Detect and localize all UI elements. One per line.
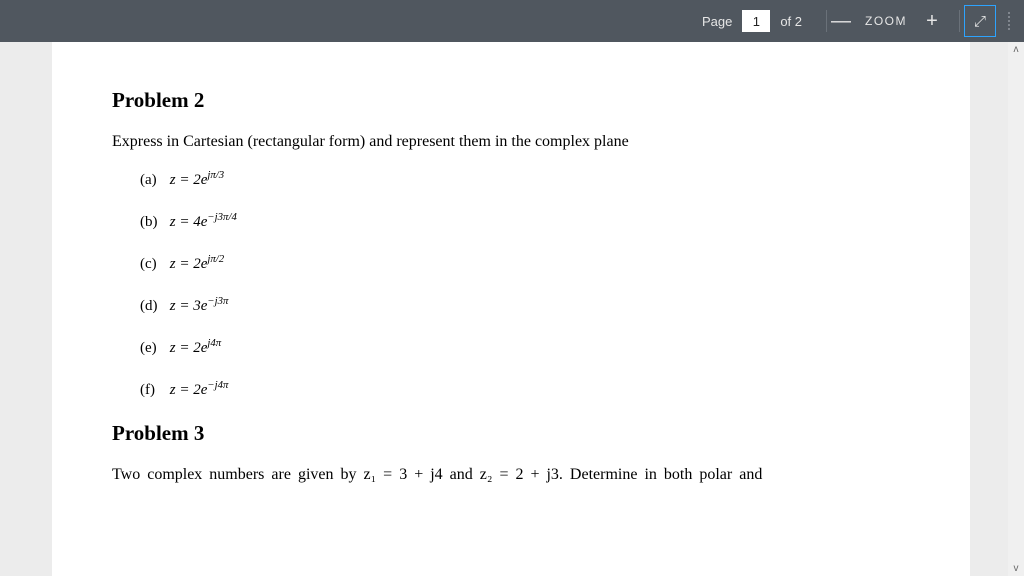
fullscreen-button[interactable]: ⤢ xyxy=(964,5,996,37)
problem-3-heading: Problem 3 xyxy=(112,421,910,446)
item-equation: z = 4e−j3π/4 xyxy=(170,214,237,230)
pdf-toolbar: Page of 2 — ZOOM + ⤢ xyxy=(0,0,1024,42)
item-equation: z = 2ej4π xyxy=(170,340,221,356)
page-total: of 2 xyxy=(780,14,802,29)
toolbar-drag-handle xyxy=(1002,12,1016,30)
item-label: (c) xyxy=(140,256,166,273)
toolbar-separator xyxy=(959,10,960,32)
zoom-controls: — ZOOM + xyxy=(831,11,941,31)
item-label: (a) xyxy=(140,172,166,189)
item-label: (e) xyxy=(140,340,166,357)
item-equation: z = 3e−j3π xyxy=(170,298,229,314)
item-label: (f) xyxy=(140,382,166,399)
list-item: (e) z = 2ej4π xyxy=(140,337,910,357)
document-viewport: Problem 2 Express in Cartesian (rectangu… xyxy=(0,42,1024,576)
problem-2-heading: Problem 2 xyxy=(112,88,910,113)
zoom-in-button[interactable]: + xyxy=(923,11,941,31)
zoom-out-button[interactable]: — xyxy=(831,11,849,31)
page-label: Page xyxy=(702,14,732,29)
toolbar-separator xyxy=(826,10,827,32)
item-label: (d) xyxy=(140,298,166,315)
expand-icon: ⤢ xyxy=(974,13,986,30)
list-item: (f) z = 2e−j4π xyxy=(140,379,910,399)
list-item: (b) z = 4e−j3π/4 xyxy=(140,211,910,231)
item-equation: z = 2e−j4π xyxy=(170,382,229,398)
list-item: (c) z = 2ejπ/2 xyxy=(140,253,910,273)
item-equation: z = 2ejπ/2 xyxy=(170,256,224,272)
vertical-scrollbar[interactable]: ʌ v xyxy=(1008,42,1024,576)
scroll-down-icon[interactable]: v xyxy=(1014,563,1019,574)
problem-3-prompt: Two complex numbers are given by z₁ = 3 … xyxy=(112,466,910,484)
scroll-up-icon[interactable]: ʌ xyxy=(1014,44,1019,55)
page-number-input[interactable] xyxy=(742,10,770,32)
list-item: (a) z = 2ejπ/3 xyxy=(140,169,910,189)
document-page: Problem 2 Express in Cartesian (rectangu… xyxy=(52,42,970,576)
zoom-label: ZOOM xyxy=(865,14,907,28)
problem-2-prompt: Express in Cartesian (rectangular form) … xyxy=(112,133,910,151)
page-navigator: Page of 2 xyxy=(702,10,802,32)
list-item: (d) z = 3e−j3π xyxy=(140,295,910,315)
item-equation: z = 2ejπ/3 xyxy=(170,172,224,188)
problem-2-list: (a) z = 2ejπ/3 (b) z = 4e−j3π/4 (c) z = … xyxy=(112,169,910,399)
item-label: (b) xyxy=(140,214,166,231)
